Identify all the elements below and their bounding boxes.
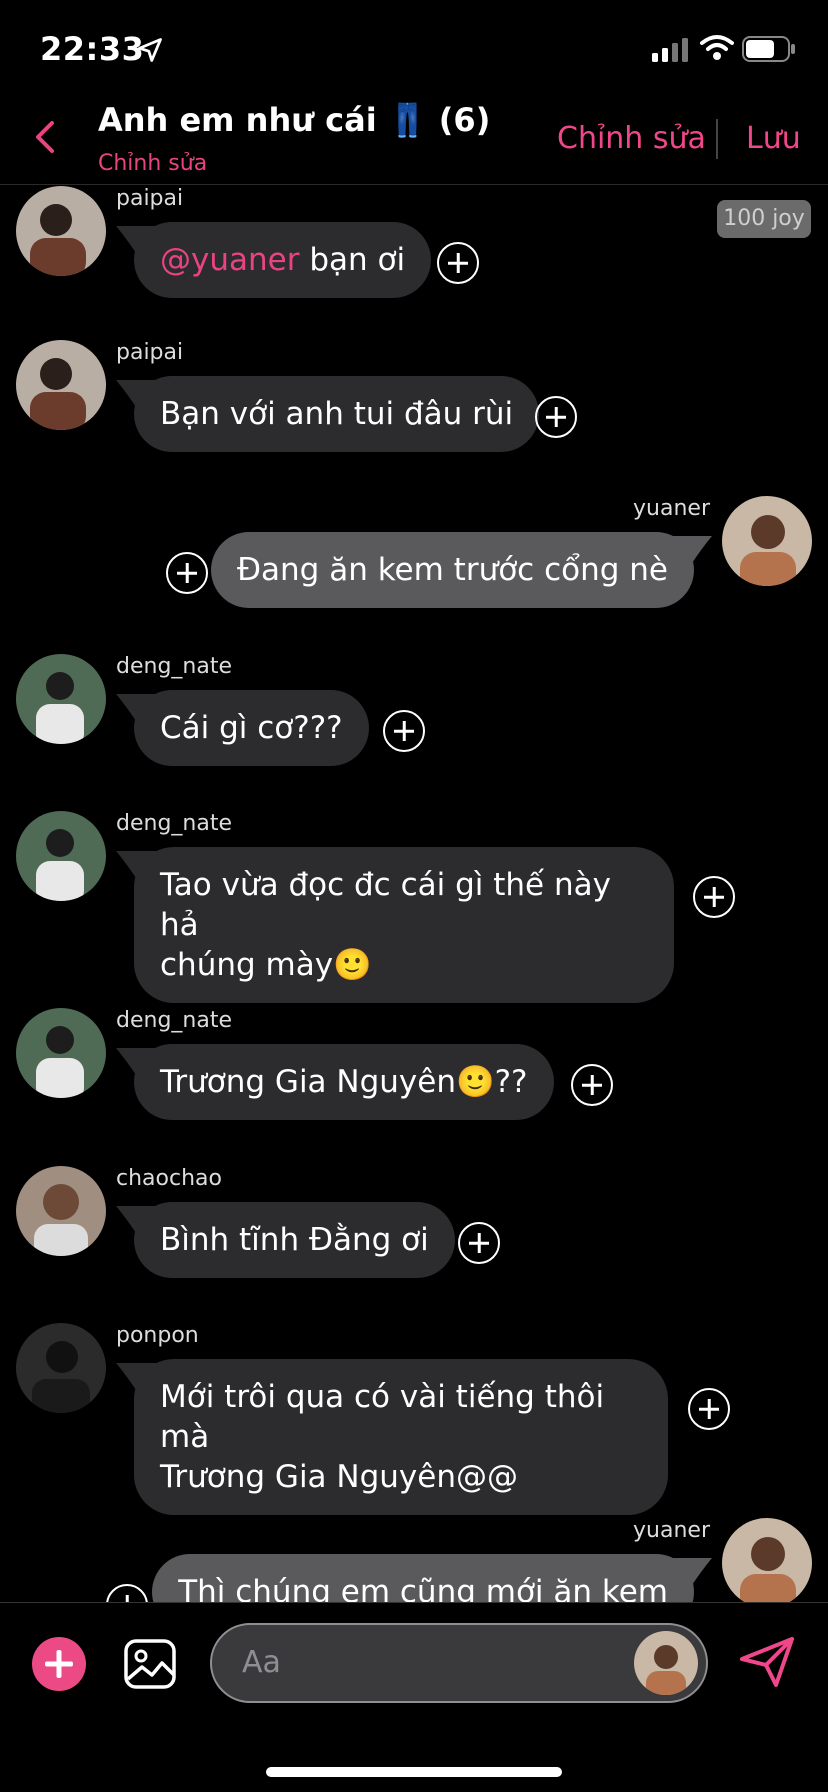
plus-circle-icon[interactable] bbox=[437, 242, 479, 284]
plus-circle-icon[interactable] bbox=[458, 1222, 500, 1264]
message-item: paipai Bạn với anh tui đâu rùi bbox=[0, 340, 828, 460]
plus-circle-icon[interactable] bbox=[571, 1064, 613, 1106]
avatar[interactable] bbox=[722, 496, 812, 586]
message-item: deng_nate Trương Gia Nguyên🙂?? bbox=[0, 1008, 828, 1128]
avatar[interactable] bbox=[16, 1008, 106, 1098]
group-subtitle[interactable]: Chỉnh sửa bbox=[98, 151, 207, 176]
message-item: deng_nate Tao vừa đọc đc cái gì thế này … bbox=[0, 811, 828, 1003]
message-bubble[interactable]: Thì chúng em cũng mới ăn kem bbox=[152, 1554, 694, 1602]
avatar[interactable] bbox=[16, 654, 106, 744]
avatar[interactable] bbox=[16, 1166, 106, 1256]
sender-name: yuaner bbox=[633, 1518, 710, 1543]
avatar[interactable] bbox=[16, 340, 106, 430]
sender-name: ponpon bbox=[116, 1323, 199, 1348]
location-arrow-icon bbox=[138, 38, 162, 62]
sender-name: deng_nate bbox=[116, 1008, 232, 1033]
message-text: Đang ăn kem trước cổng nè bbox=[237, 552, 668, 588]
message-text: Thì chúng em cũng mới ăn kem bbox=[178, 1574, 668, 1602]
plus-circle-icon[interactable] bbox=[535, 396, 577, 438]
message-text-line: Mới trôi qua có vài tiếng thôi mà bbox=[160, 1379, 605, 1455]
mention-link[interactable]: @yuaner bbox=[160, 242, 299, 278]
add-icon[interactable] bbox=[32, 1637, 86, 1691]
message-bubble[interactable]: Cái gì cơ??? bbox=[134, 690, 369, 766]
avatar[interactable] bbox=[16, 186, 106, 276]
message-item: yuaner Thì chúng em cũng mới ăn kem bbox=[0, 1518, 828, 1602]
status-bar: 22:33 bbox=[0, 0, 828, 100]
sender-name: chaochao bbox=[116, 1166, 222, 1191]
avatar[interactable] bbox=[16, 1323, 106, 1413]
message-bubble[interactable]: @yuaner bạn ơi bbox=[134, 222, 432, 298]
message-text-line: Tao vừa đọc đc cái gì thế này hả bbox=[160, 867, 611, 943]
sender-name: deng_nate bbox=[116, 654, 232, 679]
message-text-line: chúng mày🙂 bbox=[160, 947, 372, 983]
chat-header: Anh em như cái 👖 (6) Chỉnh sửa Chỉnh sửa… bbox=[0, 95, 828, 185]
plus-circle-icon[interactable] bbox=[106, 1584, 148, 1602]
message-text-line: Trương Gia Nguyên@@ bbox=[160, 1459, 518, 1495]
message-text: Cái gì cơ??? bbox=[160, 710, 343, 746]
back-chevron-icon[interactable] bbox=[30, 117, 58, 157]
composer-bar: Aa bbox=[0, 1602, 828, 1792]
message-item: deng_nate Cái gì cơ??? bbox=[0, 654, 828, 774]
message-text: Bạn với anh tui đâu rùi bbox=[160, 396, 514, 432]
message-item: chaochao Bình tĩnh Đằng ơi bbox=[0, 1166, 828, 1286]
message-text: bạn ơi bbox=[299, 242, 406, 278]
home-indicator bbox=[266, 1767, 562, 1777]
edit-button[interactable]: Chỉnh sửa bbox=[557, 121, 706, 156]
sender-name: paipai bbox=[116, 186, 184, 211]
input-placeholder: Aa bbox=[242, 1645, 281, 1680]
message-item: paipai @yuaner bạn ơi bbox=[0, 186, 828, 306]
send-icon[interactable] bbox=[738, 1635, 796, 1689]
save-button[interactable]: Lưu bbox=[746, 121, 801, 156]
avatar[interactable] bbox=[16, 811, 106, 901]
battery-icon bbox=[742, 36, 795, 62]
avatar[interactable] bbox=[634, 1631, 698, 1695]
message-input[interactable]: Aa bbox=[210, 1623, 708, 1703]
message-bubble[interactable]: Đang ăn kem trước cổng nè bbox=[211, 532, 694, 608]
plus-circle-icon[interactable] bbox=[383, 710, 425, 752]
header-divider bbox=[716, 119, 718, 159]
status-time: 22:33 bbox=[40, 30, 145, 68]
message-bubble[interactable]: Trương Gia Nguyên🙂?? bbox=[134, 1044, 554, 1120]
message-bubble[interactable]: Tao vừa đọc đc cái gì thế này hả chúng m… bbox=[134, 847, 674, 1003]
message-text: Trương Gia Nguyên🙂?? bbox=[160, 1064, 528, 1100]
plus-circle-icon[interactable] bbox=[166, 552, 208, 594]
image-icon[interactable] bbox=[124, 1639, 176, 1689]
plus-circle-icon[interactable] bbox=[688, 1388, 730, 1430]
sender-name: yuaner bbox=[633, 496, 710, 521]
message-bubble[interactable]: Mới trôi qua có vài tiếng thôi mà Trương… bbox=[134, 1359, 668, 1515]
avatar[interactable] bbox=[722, 1518, 812, 1602]
sender-name: paipai bbox=[116, 340, 184, 365]
message-item: ponpon Mới trôi qua có vài tiếng thôi mà… bbox=[0, 1323, 828, 1515]
signal-icon bbox=[652, 38, 688, 62]
message-bubble[interactable]: Bạn với anh tui đâu rùi bbox=[134, 376, 540, 452]
message-text: Bình tĩnh Đằng ơi bbox=[160, 1222, 429, 1258]
message-item: yuaner Đang ăn kem trước cổng nè bbox=[0, 496, 828, 616]
sender-name: deng_nate bbox=[116, 811, 232, 836]
plus-circle-icon[interactable] bbox=[693, 876, 735, 918]
group-title[interactable]: Anh em như cái 👖 (6) bbox=[98, 101, 490, 139]
wifi-icon bbox=[700, 35, 734, 60]
message-bubble[interactable]: Bình tĩnh Đằng ơi bbox=[134, 1202, 455, 1278]
chat-list[interactable]: 100 joy paipai @yuaner bạn ơi paipai Bạn… bbox=[0, 186, 828, 1602]
